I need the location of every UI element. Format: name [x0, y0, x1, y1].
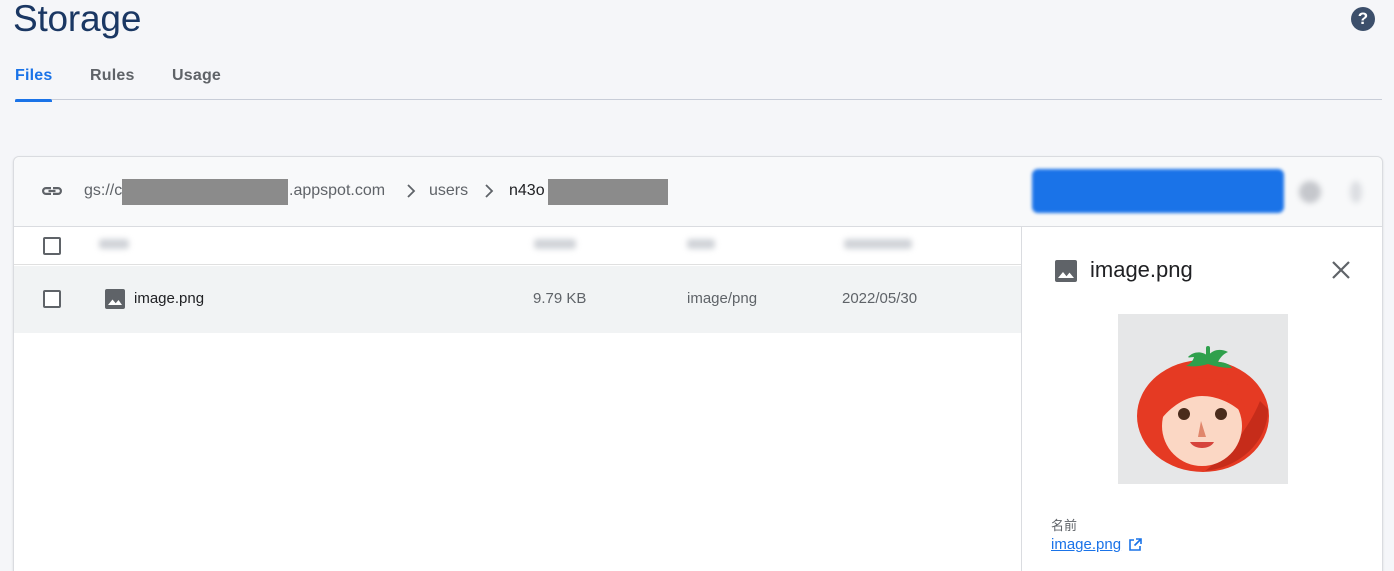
file-name-link[interactable]: image.png: [1051, 536, 1121, 553]
tab-usage[interactable]: Usage: [172, 67, 221, 85]
table-row[interactable]: image.png 9.79 KB image/png 2022/05/30: [14, 266, 1021, 333]
bucket-prefix[interactable]: gs://c: [84, 182, 122, 200]
table-header: [14, 227, 1021, 265]
chevron-right-icon: [407, 184, 416, 198]
tab-files-label: Files: [15, 67, 53, 84]
close-icon[interactable]: [1330, 259, 1352, 281]
column-header-type[interactable]: [687, 239, 715, 249]
file-type: image/png: [687, 290, 758, 307]
overflow-menu-icon[interactable]: [1350, 181, 1362, 203]
tab-rules[interactable]: Rules: [90, 67, 135, 85]
file-list: image.png 9.79 KB image/png 2022/05/30: [14, 227, 1021, 571]
select-all-checkbox[interactable]: [43, 237, 61, 255]
image-preview: [1118, 314, 1288, 484]
bucket-suffix[interactable]: .appspot.com: [289, 182, 385, 200]
tab-rules-label: Rules: [90, 67, 135, 84]
column-header-modified[interactable]: [844, 239, 912, 249]
redacted-folder-name: [548, 179, 668, 205]
tab-bar: Files Rules Usage: [15, 63, 1382, 102]
upload-file-button[interactable]: [1032, 169, 1284, 213]
breadcrumb-current: n43o: [509, 182, 545, 199]
path-toolbar: gs://c .appspot.com users n43o: [14, 157, 1382, 227]
chevron-right-icon: [485, 184, 494, 198]
link-icon[interactable]: [39, 181, 65, 201]
image-file-icon: [105, 289, 125, 309]
more-options-icon[interactable]: [1299, 181, 1321, 203]
row-checkbox[interactable]: [43, 290, 61, 308]
open-in-new-icon[interactable]: [1127, 537, 1143, 553]
tomato-character-image: [1137, 346, 1269, 472]
column-header-name[interactable]: [99, 239, 129, 249]
name-label: 名前: [1051, 518, 1078, 533]
redacted-bucket-name: [122, 179, 288, 205]
breadcrumb-users[interactable]: users: [429, 182, 468, 200]
help-icon[interactable]: ?: [1351, 7, 1375, 31]
files-panel: gs://c .appspot.com users n43o image.png…: [13, 156, 1383, 571]
file-modified: 2022/05/30: [842, 290, 918, 307]
file-size: 9.79 KB: [533, 290, 587, 307]
tab-usage-label: Usage: [172, 67, 222, 84]
column-header-size[interactable]: [534, 239, 576, 249]
tab-files[interactable]: Files: [15, 67, 53, 102]
active-tab-indicator: [15, 99, 52, 102]
page-title: Storage: [13, 0, 142, 39]
file-name[interactable]: image.png: [134, 290, 204, 307]
image-file-icon: [1055, 260, 1077, 282]
details-title: image.png: [1090, 257, 1193, 282]
file-details-panel: image.png 名前 image.png: [1021, 227, 1382, 571]
